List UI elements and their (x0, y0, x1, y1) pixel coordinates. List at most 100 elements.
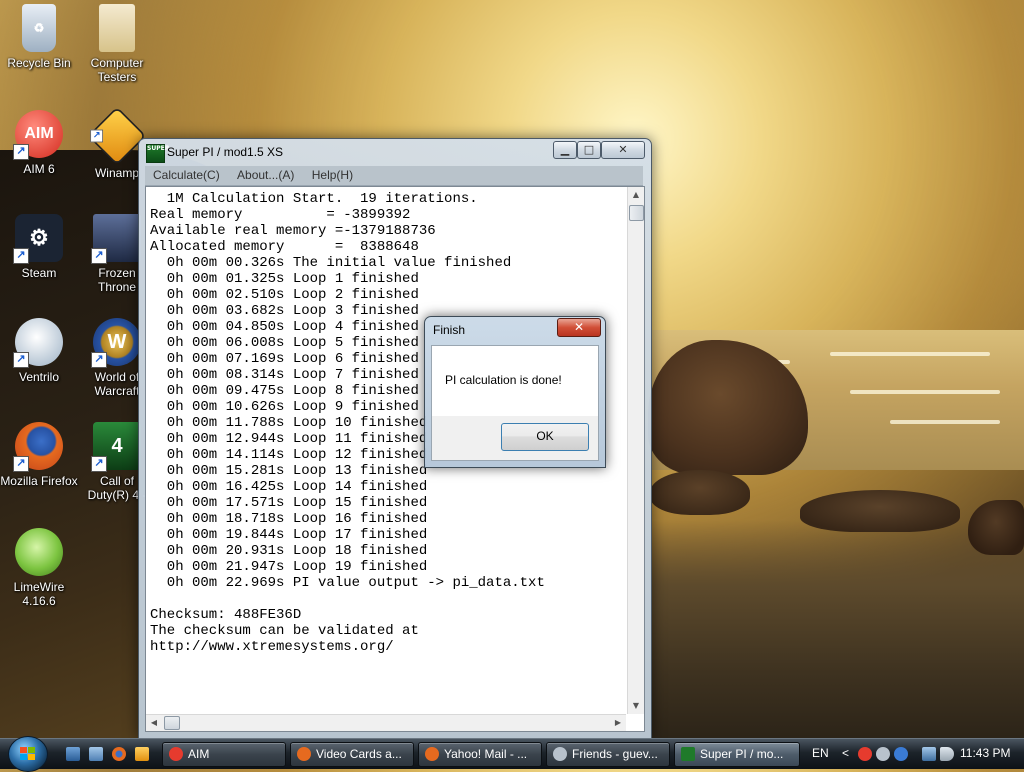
shortcut-arrow-icon: ↗ (13, 352, 29, 368)
desktop-icon-aim[interactable]: AIM ↗ AIM 6 (0, 110, 78, 176)
desktop-icon-recycle-bin[interactable]: ♻ Recycle Bin (0, 4, 78, 70)
shortcut-arrow-icon: ↗ (13, 456, 29, 472)
desktop-icon-steam[interactable]: ⚙ ↗ Steam (0, 214, 78, 280)
superpi-app-icon: SUPER (146, 144, 169, 163)
output-line: 0h 00m 00.326s The initial value finishe… (150, 255, 512, 271)
desktop-icon-limewire[interactable]: LimeWire 4.16.6 (0, 528, 78, 608)
desktop-icon-label: Mozilla Firefox (0, 474, 78, 488)
clock[interactable]: 11:43 PM (960, 739, 1010, 769)
limewire-icon (15, 528, 63, 576)
desktop-icon-computer-testers[interactable]: Computer Testers (78, 4, 156, 84)
output-line: 0h 00m 19.844s Loop 17 finished (150, 527, 428, 543)
world-of-warcraft-icon: W ↗ (91, 318, 141, 368)
output-line: Available real memory =-1379188736 (150, 223, 436, 239)
frozen-throne-icon: ↗ (91, 214, 141, 264)
scroll-down-arrow-icon[interactable]: ▼ (628, 698, 644, 714)
scroll-left-arrow-icon[interactable]: ◀ (146, 715, 162, 731)
aim-icon: AIM ↗ (13, 110, 63, 160)
wallpaper-rock (968, 500, 1024, 555)
wallpaper-rock (650, 470, 750, 515)
taskbar-item-aim[interactable]: AIM (162, 742, 286, 767)
output-line: 0h 00m 21.947s Loop 19 finished (150, 559, 428, 575)
call-of-duty-icon: 4 ↗ (91, 422, 141, 472)
switch-windows-icon[interactable] (89, 747, 103, 761)
taskbar-item-yahoo-mail[interactable]: Yahoo! Mail - ... (418, 742, 542, 767)
horizontal-scroll-thumb[interactable] (164, 716, 180, 730)
task-label: Yahoo! Mail - ... (444, 747, 528, 761)
firefox-icon (297, 747, 311, 761)
scroll-up-arrow-icon[interactable]: ▲ (628, 187, 644, 203)
horizontal-scrollbar[interactable]: ◀ ▶ (146, 714, 626, 731)
aim-tray-icon[interactable] (858, 747, 872, 761)
dialog-title: Finish (433, 323, 466, 337)
folder-icon (99, 4, 135, 52)
firefox-quicklaunch-icon[interactable] (112, 747, 126, 761)
language-indicator[interactable]: EN (812, 739, 829, 769)
task-label: Video Cards a... (316, 747, 402, 761)
output-line: http://www.xtremesystems.org/ (150, 639, 394, 655)
desktop-icon-label: Computer Testers (90, 56, 144, 84)
app-tray-icon[interactable] (894, 747, 908, 761)
window-title: Super PI / mod1.5 XS (167, 145, 284, 159)
menu-bar: Calculate(C) About...(A) Help(H) (145, 166, 643, 186)
firefox-icon: ↗ (13, 422, 63, 472)
aim-icon (169, 747, 183, 761)
windows-logo-icon (20, 747, 36, 761)
desktop-icon-label: LimeWire 4.16.6 (13, 580, 65, 608)
output-line: Real memory = -3899392 (150, 207, 411, 223)
dialog-message: PI calculation is done! (445, 373, 562, 387)
show-hidden-icons-button[interactable]: < (842, 739, 849, 769)
output-line: The checksum can be validated at (150, 623, 419, 639)
output-line: 1M Calculation Start. 19 iterations. (150, 191, 478, 207)
task-label: AIM (188, 747, 210, 761)
vertical-scrollbar[interactable]: ▲ ▼ (627, 187, 644, 714)
output-line: Allocated memory = 8388648 (150, 239, 419, 255)
superpi-app-icon (681, 747, 695, 761)
maximize-button[interactable]: □ (577, 141, 601, 159)
menu-calculate[interactable]: Calculate(C) (145, 166, 226, 182)
close-button[interactable]: ✕ (601, 141, 645, 159)
finish-dialog[interactable]: Finish ✕ PI calculation is done! OK (424, 316, 606, 468)
output-line: 0h 00m 22.969s PI value output -> pi_dat… (150, 575, 545, 591)
output-line: 0h 00m 02.510s Loop 2 finished (150, 287, 419, 303)
desktop-icon-label: Recycle Bin (7, 56, 71, 70)
menu-about[interactable]: About...(A) (229, 166, 300, 182)
desktop-icon-label: AIM 6 (23, 162, 55, 176)
steam-icon: ⚙ ↗ (13, 214, 63, 264)
taskbar-item-superpi[interactable]: Super PI / mo... (674, 742, 800, 767)
steam-tray-icon[interactable] (876, 747, 890, 761)
menu-help[interactable]: Help(H) (304, 166, 359, 182)
output-line: 0h 00m 17.571s Loop 15 finished (150, 495, 428, 511)
shortcut-arrow-icon: ↗ (13, 248, 29, 264)
dialog-close-button[interactable]: ✕ (557, 318, 601, 337)
ventrilo-icon: ↗ (13, 318, 63, 368)
output-line: Checksum: 488FE36D (150, 607, 302, 623)
start-button[interactable] (8, 736, 48, 772)
shortcut-arrow-icon: ↗ (91, 456, 107, 472)
dialog-message-area: PI calculation is done! (432, 346, 598, 416)
taskbar: AIM Video Cards a... Yahoo! Mail - ... F… (0, 736, 1024, 772)
show-desktop-icon[interactable] (66, 747, 80, 761)
desktop-icon-firefox[interactable]: ↗ Mozilla Firefox (0, 422, 78, 488)
task-label: Super PI / mo... (700, 747, 784, 761)
desktop-icon-ventrilo[interactable]: ↗ Ventrilo (0, 318, 78, 384)
task-label: Friends - guev... (572, 747, 658, 761)
media-quicklaunch-icon[interactable] (135, 747, 149, 761)
output-line: 0h 00m 20.931s Loop 18 finished (150, 543, 428, 559)
steam-icon (553, 747, 567, 761)
shortcut-arrow-icon: ↗ (91, 248, 107, 264)
minimize-button[interactable]: ▁ (553, 141, 577, 159)
vertical-scroll-thumb[interactable] (629, 205, 644, 221)
taskbar-item-friends[interactable]: Friends - guev... (546, 742, 670, 767)
ok-button[interactable]: OK (501, 423, 589, 451)
network-icon[interactable] (922, 747, 936, 761)
taskbar-item-video-cards[interactable]: Video Cards a... (290, 742, 414, 767)
volume-icon[interactable] (940, 747, 954, 761)
output-line: 0h 00m 16.425s Loop 14 finished (150, 479, 428, 495)
scroll-right-arrow-icon[interactable]: ▶ (610, 715, 626, 731)
shortcut-arrow-icon: ↗ (90, 129, 104, 143)
output-line: 0h 00m 18.718s Loop 16 finished (150, 511, 428, 527)
wallpaper-beach (650, 520, 1024, 738)
output-line: 0h 00m 01.325s Loop 1 finished (150, 271, 419, 287)
